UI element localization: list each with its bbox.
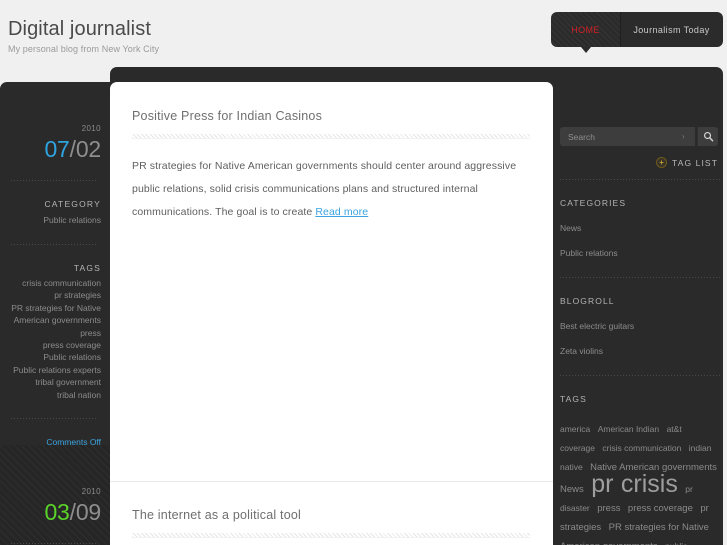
tag-list-toggle[interactable]: + TAG LIST bbox=[560, 157, 720, 168]
post-tag[interactable]: tribal nation bbox=[6, 389, 101, 401]
tags-heading: TAGS bbox=[73, 263, 101, 273]
meta-divider bbox=[11, 543, 98, 544]
sidebar-divider bbox=[560, 179, 720, 180]
tag-cloud-item[interactable]: News bbox=[560, 484, 584, 495]
site-header: Digital journalist My personal blog from… bbox=[0, 0, 727, 67]
tag-cloud-item[interactable]: america bbox=[560, 424, 590, 434]
search-input[interactable] bbox=[560, 127, 695, 146]
nav-active-arrow-icon bbox=[581, 47, 591, 53]
tag-cloud-item[interactable]: crisis communication bbox=[602, 443, 681, 453]
site-branding: Digital journalist My personal blog from… bbox=[8, 18, 159, 56]
sidebar-item-public-relations[interactable]: Public relations bbox=[560, 247, 720, 259]
nav-item-journalism-today[interactable]: Journalism Today bbox=[621, 12, 722, 47]
tag-cloud-item[interactable]: American Indian bbox=[598, 424, 659, 434]
post-tag[interactable]: pr strategies bbox=[6, 289, 101, 301]
sidebar-divider bbox=[560, 277, 720, 278]
post-tag[interactable]: Public relations bbox=[6, 351, 101, 363]
meta-divider bbox=[11, 180, 98, 181]
post-month: /02 bbox=[69, 136, 102, 162]
post-tag[interactable]: PR strategies for Native American govern… bbox=[6, 302, 101, 327]
sidebar-item-zeta-violins[interactable]: Zeta violins bbox=[560, 345, 720, 357]
post-tag[interactable]: tribal government bbox=[6, 376, 101, 388]
post-year: 2010 bbox=[81, 487, 101, 496]
post-meta-column-1: 2010 07/02 CATEGORY Public relations TAG… bbox=[0, 82, 110, 447]
tag-cloud-item[interactable]: press bbox=[597, 503, 620, 514]
post-title-divider bbox=[132, 533, 530, 538]
sidebar-item-best-electric-guitars[interactable]: Best electric guitars bbox=[560, 320, 720, 332]
tag-cloud-item[interactable]: pr bbox=[591, 470, 613, 498]
post-tag[interactable]: crisis communication bbox=[6, 277, 101, 289]
post-date: 07/02 bbox=[6, 135, 101, 163]
search-icon bbox=[703, 131, 713, 142]
tag-cloud: america American Indian at&t coverage cr… bbox=[560, 419, 720, 545]
chevron-right-icon: › bbox=[682, 132, 685, 141]
post-day: 07 bbox=[44, 136, 70, 162]
tag-cloud-item[interactable]: press coverage bbox=[628, 503, 693, 514]
read-more-link[interactable]: Read more bbox=[315, 206, 368, 218]
tag-cloud-item[interactable]: indian bbox=[689, 443, 712, 453]
categories-heading: CATEGORIES bbox=[560, 198, 627, 208]
meta-divider bbox=[11, 244, 98, 245]
post-title-divider bbox=[132, 134, 530, 139]
site-title: Digital journalist bbox=[8, 18, 151, 40]
post-title[interactable]: The internet as a political tool bbox=[132, 507, 530, 523]
main-navigation: HOME Journalism Today bbox=[551, 12, 723, 47]
nav-item-home[interactable]: HOME bbox=[551, 12, 621, 47]
post-excerpt: PR strategies for Native American govern… bbox=[132, 155, 530, 224]
tag-cloud-item[interactable]: native bbox=[560, 462, 583, 472]
plus-icon: + bbox=[656, 157, 668, 168]
post-day: 03 bbox=[44, 499, 70, 525]
post-title[interactable]: Positive Press for Indian Casinos bbox=[132, 108, 530, 124]
post-month: /09 bbox=[69, 499, 102, 525]
sidebar-item-news[interactable]: News bbox=[560, 222, 720, 234]
post-tag[interactable]: Public relations experts bbox=[6, 364, 101, 376]
content-panel: Positive Press for Indian Casinos PR str… bbox=[110, 82, 553, 545]
tag-cloud-item[interactable]: crisis bbox=[621, 470, 678, 498]
category-heading: CATEGORY bbox=[44, 199, 101, 209]
post-tag[interactable]: press coverage bbox=[6, 339, 101, 351]
sidebar-divider bbox=[560, 375, 720, 376]
post-year: 2010 bbox=[81, 124, 101, 133]
category-link[interactable]: Public relations bbox=[6, 213, 101, 227]
post-meta-column-2: 2010 03/09 bbox=[0, 445, 110, 545]
search-submit-button[interactable] bbox=[697, 127, 718, 146]
post-date: 03/09 bbox=[6, 498, 101, 526]
sidebar: › + TAG LIST CATEGORIES News Public rela… bbox=[560, 82, 720, 545]
post-article-1: Positive Press for Indian Casinos PR str… bbox=[110, 82, 553, 224]
page-root: Digital journalist My personal blog from… bbox=[0, 0, 727, 545]
tags-heading: TAGS bbox=[560, 394, 587, 404]
site-tagline: My personal blog from New York City bbox=[8, 44, 160, 54]
tag-list-label: TAG LIST bbox=[672, 157, 718, 168]
search-widget: › bbox=[560, 127, 718, 146]
post-tag-list: crisis communication pr strategies PR st… bbox=[6, 277, 101, 401]
blogroll-heading: BLOGROLL bbox=[560, 296, 615, 306]
meta-divider bbox=[11, 418, 98, 420]
post-article-2: The internet as a political tool The pol… bbox=[110, 482, 553, 545]
post-tag[interactable]: press bbox=[6, 327, 101, 339]
